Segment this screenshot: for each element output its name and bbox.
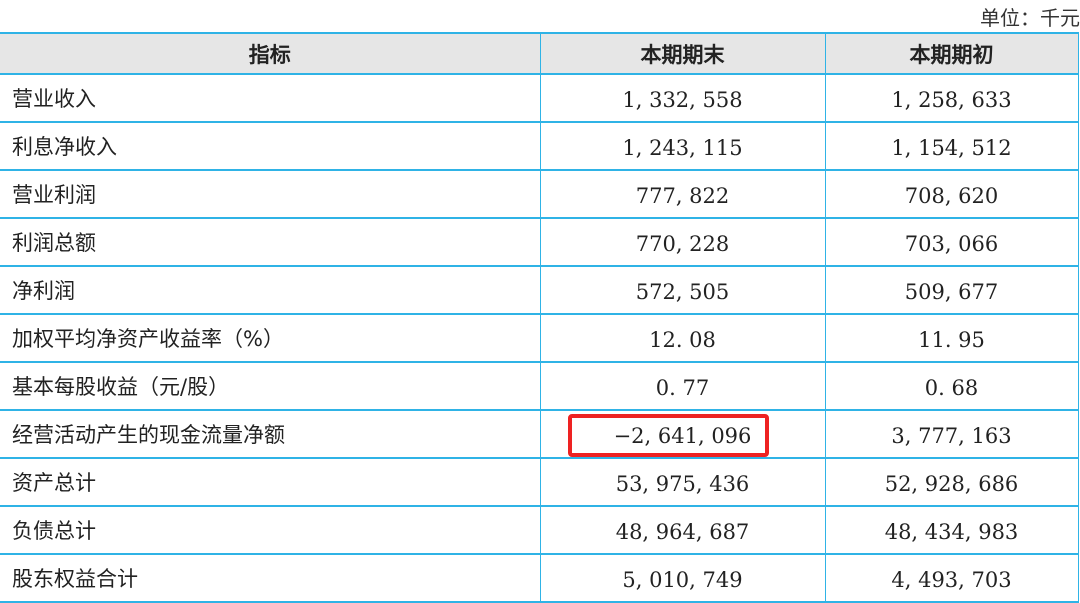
period-end-value: 777, 822 [540,169,826,219]
period-begin-value: 0. 68 [825,361,1079,411]
row-label: 利润总额 [0,217,541,267]
table-row: 加权平均净资产收益率（%） 12. 08 11. 95 [0,313,1079,363]
period-end-value: 1, 332, 558 [540,73,826,123]
period-begin-value: 3, 777, 163 [825,409,1079,459]
period-end-value: −2, 641, 096 [540,409,826,459]
row-label: 资产总计 [0,457,541,507]
table-row: 基本每股收益（元/股） 0. 77 0. 68 [0,361,1079,411]
period-begin-value: 4, 493, 703 [825,553,1079,603]
highlighted-value-box: −2, 641, 096 [567,414,770,457]
period-begin-value: 1, 154, 512 [825,121,1079,171]
period-begin-value: 509, 677 [825,265,1079,315]
row-label: 利息净收入 [0,121,541,171]
row-label: 营业收入 [0,73,541,123]
period-begin-value: 48, 434, 983 [825,505,1079,555]
period-end-value: 12. 08 [540,313,826,363]
table-row: 净利润 572, 505 509, 677 [0,265,1079,315]
table-row: 利息净收入 1, 243, 115 1, 154, 512 [0,121,1079,171]
period-begin-value: 1, 258, 633 [825,73,1079,123]
table-row: 资产总计 53, 975, 436 52, 928, 686 [0,457,1079,507]
period-end-value: 53, 975, 436 [540,457,826,507]
row-label: 股东权益合计 [0,553,541,603]
header-row: 指标 本期期末 本期期初 [0,32,1079,75]
unit-label: 单位：千元 [980,6,1080,30]
row-label: 基本每股收益（元/股） [0,361,541,411]
table-row: 营业利润 777, 822 708, 620 [0,169,1079,219]
period-end-value: 770, 228 [540,217,826,267]
header-period-end: 本期期末 [540,32,826,75]
period-end-value: 1, 243, 115 [540,121,826,171]
table-row: 股东权益合计 5, 010, 749 4, 493, 703 [0,553,1079,603]
table-row: 利润总额 770, 228 703, 066 [0,217,1079,267]
period-end-value: 5, 010, 749 [540,553,826,603]
row-label: 净利润 [0,265,541,315]
period-end-value: 572, 505 [540,265,826,315]
period-begin-value: 52, 928, 686 [825,457,1079,507]
financial-indicators-table: 指标 本期期末 本期期初 营业收入 1, 332, 558 1, 258, 633 利… [0,32,1079,603]
table-row: 营业收入 1, 332, 558 1, 258, 633 [0,73,1079,123]
header-period-begin: 本期期初 [825,32,1079,75]
table-row: 经营活动产生的现金流量净额 −2, 641, 096 3, 777, 163 [0,409,1079,459]
period-end-value: 48, 964, 687 [540,505,826,555]
period-begin-value: 708, 620 [825,169,1079,219]
header-indicator: 指标 [0,32,541,75]
table-row: 负债总计 48, 964, 687 48, 434, 983 [0,505,1079,555]
row-label: 营业利润 [0,169,541,219]
period-end-value: 0. 77 [540,361,826,411]
period-begin-value: 703, 066 [825,217,1079,267]
row-label: 经营活动产生的现金流量净额 [0,409,541,459]
period-begin-value: 11. 95 [825,313,1079,363]
row-label: 负债总计 [0,505,541,555]
row-label: 加权平均净资产收益率（%） [0,313,541,363]
